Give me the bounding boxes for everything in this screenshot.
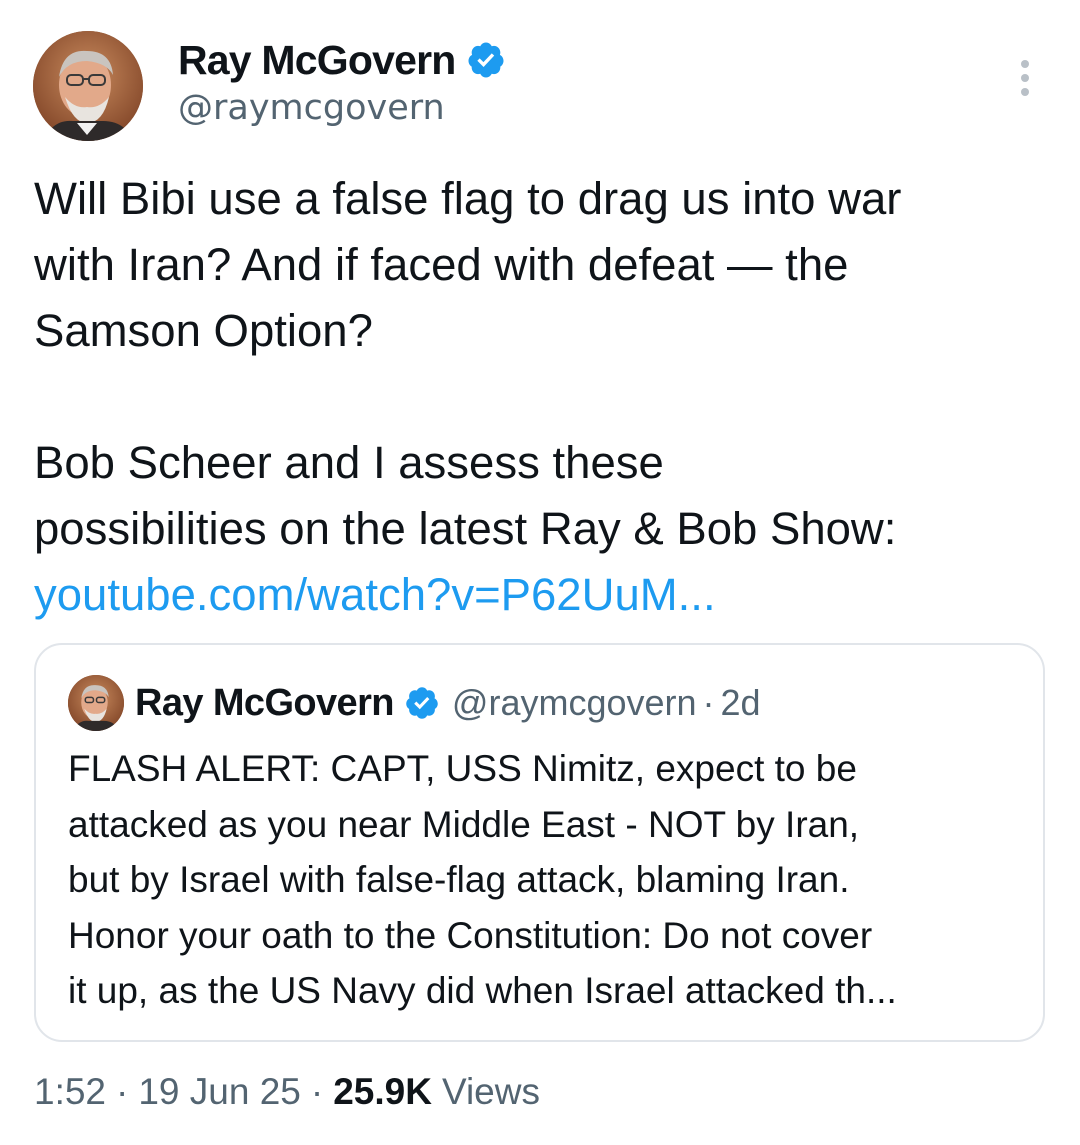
- quoted-tweet-text: FLASH ALERT: CAPT, USS Nimitz, expect to…: [68, 741, 1028, 1019]
- quoted-author-handle: @raymcgovern: [451, 682, 697, 723]
- youtube-link[interactable]: youtube.com/watch?v=P62UuM...: [34, 562, 1044, 628]
- author-name-row: Ray McGovern: [178, 34, 506, 86]
- quoted-tweet-header: Ray McGovern @raymcgovern · 2d: [135, 677, 761, 729]
- tweet-text-line: Samson Option?: [34, 305, 373, 356]
- quoted-tweet-time: 2d: [720, 682, 761, 723]
- author-display-name[interactable]: Ray McGovern: [178, 34, 456, 86]
- quoted-author-avatar: [68, 675, 124, 731]
- author-avatar[interactable]: [33, 31, 143, 141]
- separator-dot: ·: [310, 1071, 324, 1112]
- quoted-author-name: Ray McGovern: [135, 681, 395, 724]
- more-options-icon[interactable]: [1014, 58, 1036, 98]
- verified-badge-icon: [406, 687, 438, 719]
- paragraph-break: [34, 364, 1044, 430]
- author-handle[interactable]: @raymcgovern: [178, 85, 445, 131]
- quoted-text-line: but by Israel with false-flag attack, bl…: [68, 859, 850, 900]
- tweet: Ray McGovern @raymcgovern Will Bibi use …: [0, 0, 1080, 1145]
- quoted-text-line: it up, as the US Navy did when Israel at…: [68, 970, 897, 1011]
- tweet-time[interactable]: 1:52: [34, 1071, 106, 1113]
- views-count[interactable]: 25.9K: [333, 1071, 432, 1113]
- tweet-text-line: Will Bibi use a false flag to drag us in…: [34, 173, 902, 224]
- quoted-text-line: Honor your oath to the Constitution: Do …: [68, 914, 873, 956]
- avatar-photo: [33, 31, 143, 141]
- quoted-text-line: attacked as you near Middle East - NOT b…: [68, 803, 860, 845]
- views-label[interactable]: Views: [442, 1071, 540, 1113]
- separator-dot: ·: [116, 1071, 129, 1112]
- quoted-text-line: FLASH ALERT: CAPT, USS Nimitz, expect to…: [68, 748, 857, 789]
- quoted-avatar-photo: [68, 675, 124, 731]
- tweet-date[interactable]: 19 Jun 25: [138, 1071, 301, 1113]
- quoted-tweet-card[interactable]: Ray McGovern @raymcgovern · 2d FLASH ALE…: [34, 643, 1045, 1042]
- separator-dot: ·: [702, 682, 715, 723]
- tweet-meta: 1:52 · 19 Jun 25 · 25.9K Views: [34, 1066, 540, 1118]
- verified-badge-icon: [468, 42, 504, 78]
- tweet-text-line: possibilities on the latest Ray & Bob Sh…: [34, 503, 897, 554]
- tweet-text-line: Bob Scheer and I assess these: [34, 437, 664, 488]
- tweet-text-line: with Iran? And if faced with defeat — th…: [34, 239, 849, 290]
- tweet-text: Will Bibi use a false flag to drag us in…: [34, 166, 1044, 628]
